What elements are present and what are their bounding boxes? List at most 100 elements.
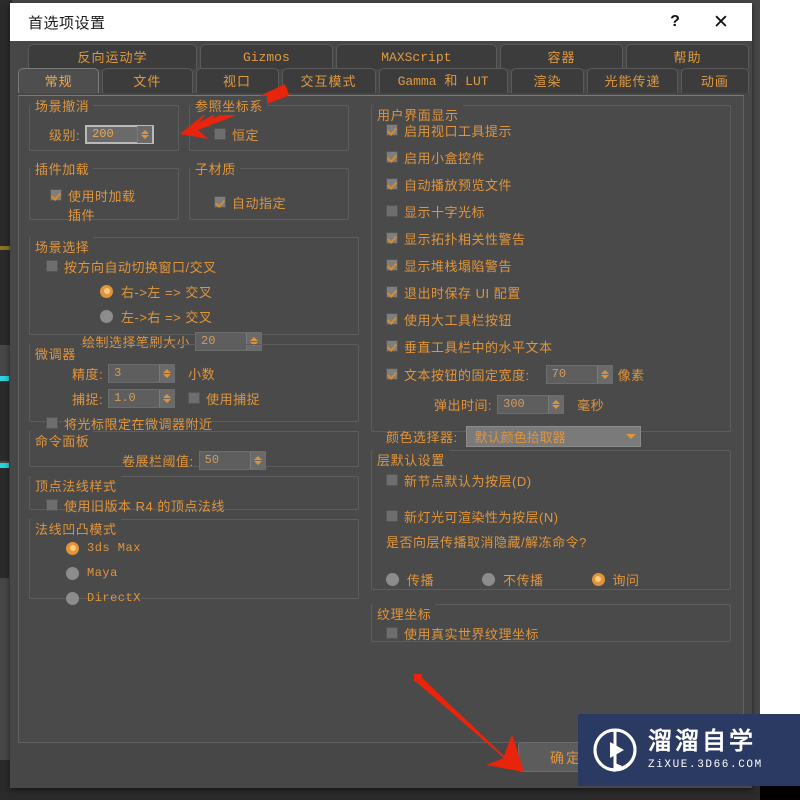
tab-primary-1[interactable]: 文件 [102, 68, 193, 93]
group-label-spinners: 微调器 [31, 344, 80, 363]
watermark-title: 溜溜自学 [648, 728, 756, 756]
propagate-radio-0[interactable] [386, 572, 399, 586]
popup-time-label: 弹出时间: [434, 397, 493, 413]
ui-display-row-6[interactable]: 退出时保存 UI 配置 [382, 281, 720, 303]
real-world-coords-checkbox[interactable] [386, 627, 398, 639]
right-column: 用户界面显示 启用视口工具提示 启用小盒控件 自动播放预览文件 显示十字光标 显示拓扑相… [371, 96, 731, 650]
snap-value: 1.0 [114, 391, 136, 405]
ui-display-row-1[interactable]: 启用小盒控件 [382, 146, 720, 168]
left-column: 场景撤消 级别: 200 参照坐标系 恒定 插件加载 使用时加载 插件 子材质 … [29, 96, 359, 607]
ui-display-row-8[interactable]: 垂直工具栏中的水平文本 [382, 335, 720, 357]
popup-time-unit: 毫秒 [577, 397, 605, 413]
tab-primary-2[interactable]: 视口 [195, 68, 279, 93]
tab-secondary-2[interactable]: MAXScript [335, 44, 498, 69]
tab-primary-0[interactable]: 常规 [18, 68, 100, 93]
group-label-scene-undo: 场景撤消 [31, 96, 94, 115]
dialog-title: 首选项设置 [28, 14, 106, 32]
ui-display-row-2[interactable]: 自动播放预览文件 [382, 173, 720, 195]
normal-bump-radio-2[interactable] [66, 591, 79, 605]
normal-bump-radio-0[interactable] [66, 541, 79, 555]
propagate-option-0[interactable]: 传播 [386, 570, 434, 589]
ui-display-label-7: 使用大工具栏按钮 [404, 312, 513, 328]
auto-window-checkbox[interactable] [46, 260, 58, 272]
auto-assign-checkbox[interactable] [214, 196, 226, 208]
fixed-width-arrows[interactable] [596, 365, 612, 383]
undo-level-arrows[interactable] [137, 125, 153, 143]
group-label-ref-coord: 参照坐标系 [191, 96, 268, 115]
tab-secondary-0[interactable]: 反向运动学 [28, 44, 198, 69]
popup-time-arrows[interactable] [548, 395, 564, 413]
rollout-threshold-spinner[interactable]: 50 [198, 450, 266, 470]
ui-display-row-4[interactable]: 显示拓扑相关性警告 [382, 227, 720, 249]
fixed-width-checkbox[interactable] [386, 368, 398, 380]
color-picker-label: 颜色选择器: [386, 429, 458, 445]
new-node-bylayer-checkbox[interactable] [386, 474, 398, 486]
defer-plugin-label-2: 插件 [68, 208, 96, 223]
ui-display-checkbox-4[interactable] [386, 232, 398, 244]
ui-display-label-2: 自动播放预览文件 [404, 177, 513, 193]
group-ui-display: 用户界面显示 启用视口工具提示 启用小盒控件 自动播放预览文件 显示十字光标 显示拓扑相… [371, 105, 731, 447]
defer-plugin-checkbox[interactable] [50, 189, 62, 201]
constant-checkbox[interactable] [214, 128, 226, 140]
precision-arrows[interactable] [159, 364, 175, 382]
ui-display-label-3: 显示十字光标 [404, 204, 486, 220]
propagate-label-1: 不传播 [503, 572, 544, 588]
group-vertex-normal: 顶点法线样式 使用旧版本 R4 的顶点法线 [29, 476, 359, 514]
snap-arrows[interactable] [159, 389, 175, 407]
real-world-coords-label: 使用真实世界纹理坐标 [404, 626, 540, 642]
dialog-titlebar[interactable]: 首选项设置 ? ✕ [10, 3, 752, 41]
propagate-option-2[interactable]: 询问 [591, 570, 640, 589]
ui-display-checkbox-3[interactable] [386, 205, 398, 217]
ui-display-checkbox-2[interactable] [386, 178, 398, 190]
ui-display-label-5: 显示堆栈塌陷警告 [404, 258, 513, 274]
precision-spinner[interactable]: 3 [108, 363, 176, 383]
undo-level-spinner[interactable]: 200 [85, 124, 155, 144]
ui-display-row-5[interactable]: 显示堆栈塌陷警告 [382, 254, 720, 276]
radio-left-right[interactable] [100, 309, 113, 323]
tab-secondary-3[interactable]: 容器 [500, 44, 624, 69]
tab-secondary-1[interactable]: Gizmos [200, 44, 333, 69]
tab-primary-4[interactable]: Gamma 和 LUT [378, 68, 508, 93]
wrap-cursor-checkbox[interactable] [46, 417, 58, 429]
legacy-normals-label: 使用旧版本 R4 的顶点法线 [64, 498, 225, 514]
popup-time-spinner[interactable]: 300 [497, 394, 565, 414]
ui-display-row-3[interactable]: 显示十字光标 [382, 200, 720, 222]
radio-right-left-label: 右->左 => 交叉 [121, 284, 213, 300]
fixed-width-spinner[interactable]: 70 [545, 364, 613, 384]
fixed-width-unit: 像素 [617, 367, 645, 383]
new-light-bylayer-checkbox[interactable] [386, 510, 398, 522]
color-picker-dropdown[interactable]: 默认颜色拾取器 [465, 425, 641, 447]
snap-spinner[interactable]: 1.0 [108, 388, 176, 408]
propagate-radio-group: 传播 不传播 询问 [382, 568, 720, 590]
use-snap-checkbox[interactable] [188, 392, 201, 404]
auto-window-label: 按方向自动切换窗口/交叉 [64, 259, 217, 275]
tab-primary-7[interactable]: 动画 [680, 68, 749, 93]
tab-primary-6[interactable]: 光能传递 [587, 68, 678, 93]
preferences-dialog: 首选项设置 ? ✕ 反向运动学 Gizmos MAXScript 容器 帮助 常规 文件视… [10, 3, 752, 788]
ui-display-checkbox-7[interactable] [386, 313, 398, 325]
normal-bump-radio-1[interactable] [66, 566, 79, 580]
close-icon[interactable]: ✕ [698, 3, 744, 41]
radio-right-left[interactable] [100, 284, 113, 298]
normal-bump-option-1[interactable]: Maya [40, 562, 348, 584]
ui-display-checkbox-1[interactable] [386, 151, 398, 163]
chevron-down-icon [625, 433, 636, 439]
ui-display-row-7[interactable]: 使用大工具栏按钮 [382, 308, 720, 330]
normal-bump-option-0[interactable]: 3ds Max [40, 537, 348, 559]
help-icon[interactable]: ? [652, 3, 698, 41]
propagate-radio-1[interactable] [482, 572, 496, 586]
bg-left-lower [0, 468, 9, 578]
ui-display-checkbox-5[interactable] [386, 259, 398, 271]
propagate-radio-2[interactable] [591, 572, 605, 586]
normal-bump-option-2[interactable]: DirectX [40, 587, 348, 609]
rollout-threshold-arrows[interactable] [249, 451, 265, 469]
ui-display-checkbox-8[interactable] [386, 340, 398, 352]
legacy-normals-checkbox[interactable] [46, 499, 58, 511]
tab-secondary-4[interactable]: 帮助 [626, 44, 749, 69]
propagate-option-1[interactable]: 不传播 [482, 570, 544, 589]
ui-display-checkbox-0[interactable] [386, 124, 398, 136]
ui-display-checkbox-6[interactable] [386, 286, 398, 298]
tab-primary-3[interactable]: 交互模式 [281, 68, 376, 93]
tab-primary-5[interactable]: 渲染 [510, 68, 585, 93]
tab-bar: 反向运动学 Gizmos MAXScript 容器 帮助 常规 文件 视口 交互模式 Gamma… [10, 41, 752, 96]
